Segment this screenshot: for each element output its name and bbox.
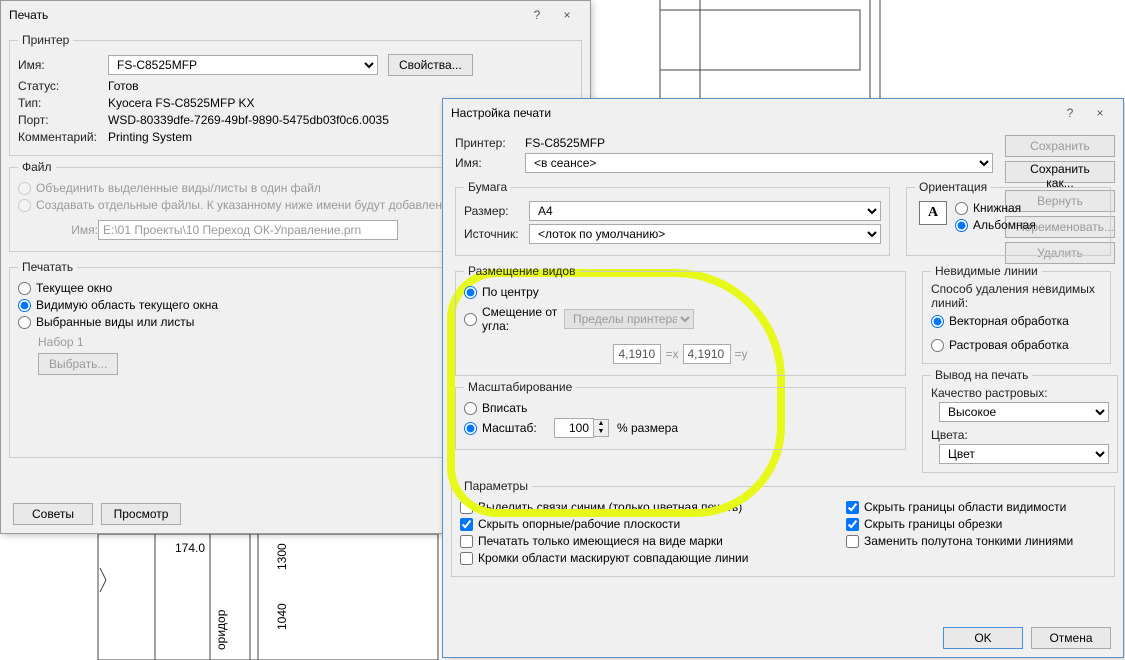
svg-text:1300: 1300	[275, 543, 289, 570]
portrait-radio[interactable]: Книжная	[955, 201, 1036, 215]
stepper-buttons[interactable]: ▲▼	[594, 419, 609, 437]
mask-check[interactable]: Кромки области маскируют совпадающие лин…	[460, 551, 846, 565]
file-name-label: Имя:	[18, 223, 98, 237]
scale-radio[interactable]: Масштаб:	[464, 421, 554, 435]
quality-label: Качество растровых:	[931, 386, 1109, 400]
blue-check[interactable]: Выделить связи синим (только цветная печ…	[460, 500, 846, 514]
x-suffix: =x	[665, 347, 678, 361]
paper-group: Бумага Размер:A4 Источник:<лоток по умол…	[455, 180, 890, 256]
zoom-group: Масштабирование Вписать Масштаб: ▲▼ % ра…	[455, 380, 906, 450]
type-value: Kyocera FS-C8525MFP KX	[108, 96, 255, 110]
port-value: WSD-80339dfe-7269-49bf-9890-5475db03f0c6…	[108, 113, 389, 127]
comment-value: Printing System	[108, 130, 192, 144]
scope-check[interactable]: Скрыть границы области видимости	[846, 500, 1106, 514]
window-title: Настройка печати	[451, 106, 1055, 120]
hideref-check[interactable]: Скрыть опорные/рабочие плоскости	[460, 517, 846, 531]
center-radio[interactable]: По центру	[464, 285, 897, 299]
status-label: Статус:	[18, 79, 108, 93]
cancel-button[interactable]: Отмена	[1031, 627, 1111, 649]
visible-area-radio[interactable]: Видимую область текущего окна	[18, 298, 443, 312]
set-name: Набор 1	[38, 335, 443, 349]
y-suffix: =y	[735, 347, 748, 361]
port-label: Порт:	[18, 113, 108, 127]
size-label: Размер:	[464, 204, 529, 218]
placement-legend: Размещение видов	[464, 264, 579, 278]
colors-select[interactable]: Цвет	[939, 444, 1109, 464]
profile-select[interactable]: <в сеансе>	[525, 153, 993, 173]
zoom-legend: Масштабирование	[464, 380, 576, 394]
y-input	[683, 344, 731, 364]
name-label: Имя:	[455, 156, 525, 170]
titlebar[interactable]: Печать ? ×	[1, 1, 590, 29]
printer-legend: Принтер	[18, 33, 73, 47]
placement-group: Размещение видов По центру Смещение от у…	[455, 264, 906, 376]
name-label: Имя:	[18, 58, 108, 72]
source-label: Источник:	[464, 227, 529, 241]
options-group: Параметры Выделить связи синим (только ц…	[451, 479, 1115, 577]
print-setup-dialog: Настройка печати ? × Принтер:FS-C8525MFP…	[442, 98, 1124, 658]
close-button[interactable]: ×	[552, 8, 582, 22]
file-legend: Файл	[18, 160, 56, 174]
options-legend: Параметры	[460, 479, 532, 493]
file-name-input	[98, 220, 398, 240]
scale-suffix: % размера	[617, 421, 678, 435]
hidden-legend: Невидимые линии	[931, 264, 1042, 278]
source-select[interactable]: <лоток по умолчанию>	[529, 224, 881, 244]
size-select[interactable]: A4	[529, 201, 881, 221]
hidden-lines-group: Невидимые линии Способ удаления невидимы…	[922, 264, 1111, 364]
choose-button: Выбрать...	[38, 353, 118, 375]
method-label: Способ удаления невидимых линий:	[931, 282, 1102, 310]
x-input	[613, 344, 661, 364]
offset-radio[interactable]: Смещение от угла:	[464, 305, 564, 333]
current-window-radio[interactable]: Текущее окно	[18, 281, 443, 295]
type-label: Тип:	[18, 96, 108, 110]
marks-check[interactable]: Печатать только имеющиеся на виде марки	[460, 534, 846, 548]
svg-text:1040: 1040	[275, 603, 289, 630]
orientation-legend: Ориентация	[915, 180, 991, 194]
paper-legend: Бумага	[464, 180, 511, 194]
tips-button[interactable]: Советы	[13, 503, 93, 525]
fit-radio[interactable]: Вписать	[464, 401, 897, 415]
ok-button[interactable]: OK	[943, 627, 1023, 649]
offset-preset-select: Пределы принтера	[564, 309, 694, 329]
window-title: Печать	[9, 8, 522, 22]
print-range-group: Печатать Текущее окно Видимую область те…	[9, 260, 452, 458]
comment-label: Комментарий:	[18, 130, 108, 144]
printer-label: Принтер:	[455, 136, 525, 150]
scale-input[interactable]	[554, 418, 594, 438]
titlebar[interactable]: Настройка печати ? ×	[443, 99, 1123, 127]
orientation-group: Ориентация A Книжная Альбомная	[906, 180, 1111, 256]
raster-radio[interactable]: Растровая обработка	[931, 338, 1102, 352]
save-button: Сохранить	[1005, 135, 1115, 157]
half-check[interactable]: Заменить полутона тонкими линиями	[846, 534, 1106, 548]
colors-label: Цвета:	[931, 428, 1109, 442]
output-legend: Вывод на печать	[931, 368, 1032, 382]
printer-value: FS-C8525MFP	[525, 136, 605, 150]
help-button[interactable]: ?	[522, 8, 552, 22]
preview-button[interactable]: Просмотр	[101, 503, 181, 525]
close-button[interactable]: ×	[1085, 106, 1115, 120]
output-group: Вывод на печать Качество растровых: Высо…	[922, 368, 1118, 473]
vector-radio[interactable]: Векторная обработка	[931, 314, 1102, 328]
orientation-icon: A	[919, 201, 947, 225]
printer-name-select[interactable]: FS-C8525MFP	[108, 55, 378, 75]
properties-button[interactable]: Свойства...	[388, 54, 473, 76]
status-value: Готов	[108, 79, 139, 93]
crop-check[interactable]: Скрыть границы обрезки	[846, 517, 1106, 531]
svg-text:оридор: оридор	[214, 609, 228, 650]
landscape-radio[interactable]: Альбомная	[955, 218, 1036, 232]
help-button[interactable]: ?	[1055, 106, 1085, 120]
svg-text:174.0: 174.0	[175, 541, 205, 555]
selected-views-radio[interactable]: Выбранные виды или листы	[18, 315, 443, 329]
quality-select[interactable]: Высокое	[939, 402, 1109, 422]
scale-stepper[interactable]: ▲▼	[554, 418, 609, 438]
range-legend: Печатать	[18, 260, 77, 274]
